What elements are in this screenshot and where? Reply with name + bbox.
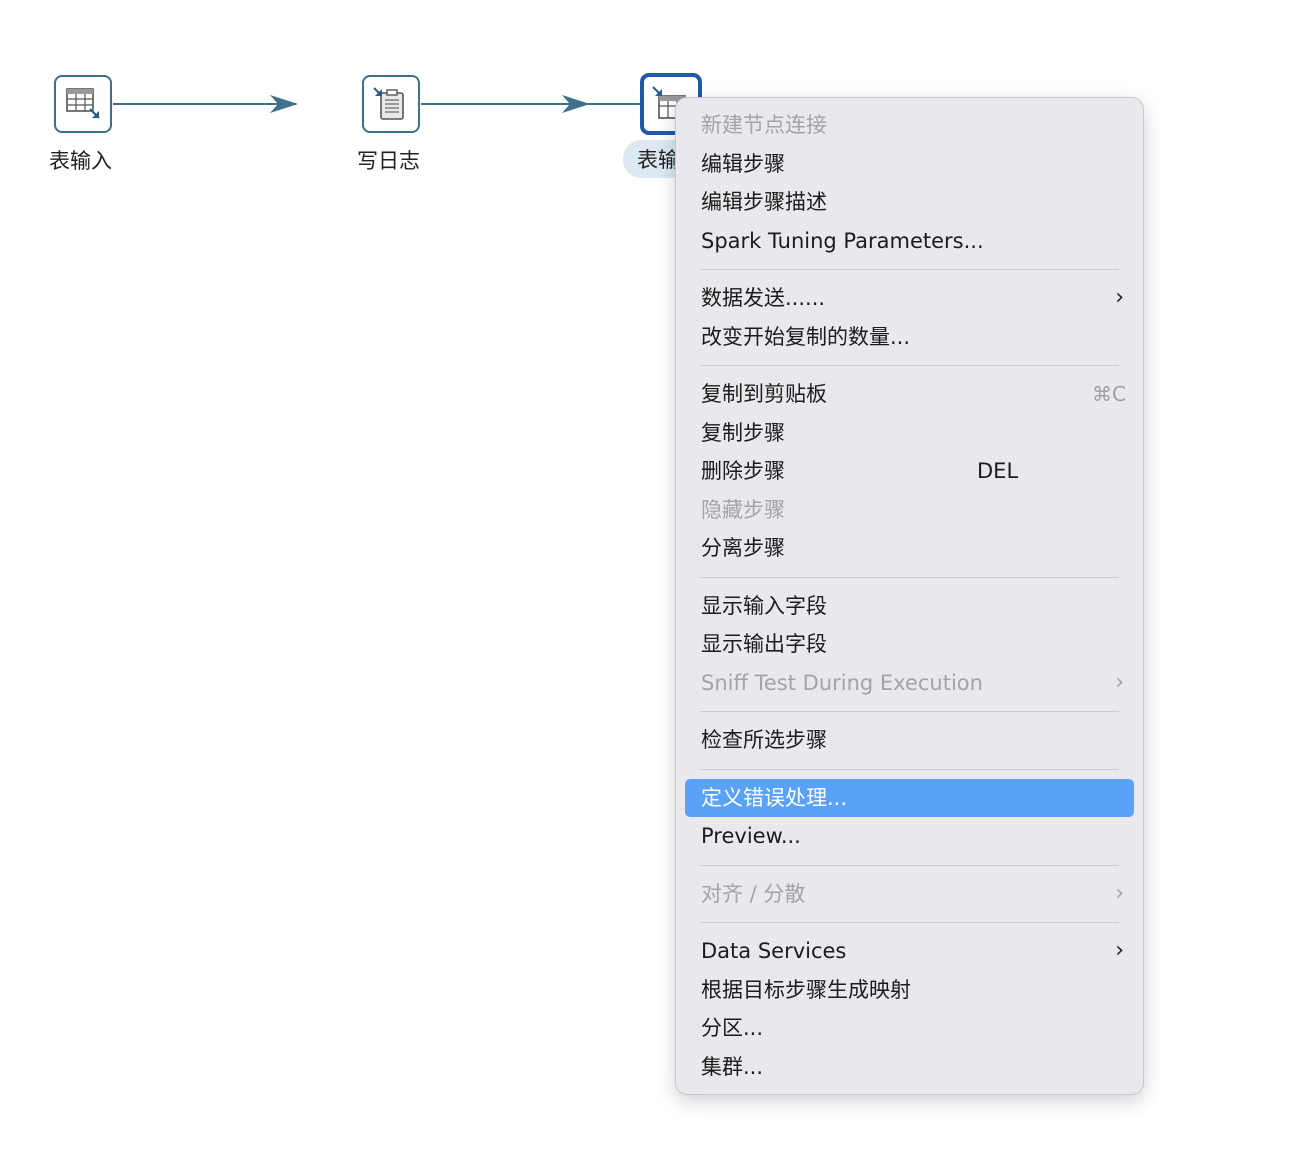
menu-item-label: Sniff Test During Execution bbox=[701, 670, 983, 695]
chevron-right-icon: › bbox=[1115, 669, 1124, 695]
menu-item-label: Data Services bbox=[701, 939, 847, 963]
menu-item-新建节点连接[interactable]: 新建节点连接 bbox=[685, 106, 1134, 145]
menu-item-label: 分区... bbox=[701, 1016, 764, 1040]
menu-item-隐藏步骤[interactable]: 隐藏步骤 bbox=[685, 491, 1134, 530]
menu-item-根据目标步骤生成映射[interactable]: 根据目标步骤生成映射 bbox=[685, 971, 1134, 1010]
step-label: 表输入 bbox=[49, 149, 112, 173]
menu-item-复制到剪贴板[interactable]: 复制到剪贴板 ⌘C bbox=[685, 375, 1134, 414]
menu-item-label: 定义错误处理... bbox=[701, 785, 848, 810]
chevron-right-icon: › bbox=[1115, 880, 1124, 906]
menu-item-label: 检查所选步骤 bbox=[701, 728, 827, 752]
menu-item-label: Preview... bbox=[701, 824, 801, 848]
menu-item-删除步骤[interactable]: 删除步骤 DEL bbox=[685, 452, 1134, 491]
menu-separator bbox=[700, 576, 1119, 578]
menu-item-编辑步骤描述[interactable]: 编辑步骤描述 bbox=[685, 183, 1134, 222]
menu-item-label: 新建节点连接 bbox=[701, 113, 827, 137]
menu-item-编辑步骤[interactable]: 编辑步骤 bbox=[685, 145, 1134, 184]
menu-item-shortcut: ⌘C bbox=[1092, 382, 1126, 406]
menu-item-显示输出字段[interactable]: 显示输出字段 bbox=[685, 625, 1134, 664]
menu-item-集群[interactable]: 集群... bbox=[685, 1048, 1134, 1087]
menu-item-sniff-test-during-execution[interactable]: Sniff Test During Execution › bbox=[685, 664, 1134, 703]
step-context-menu: 新建节点连接 编辑步骤编辑步骤描述 Spark Tuning Parameters.… bbox=[675, 97, 1144, 1095]
menu-item-label: 隐藏步骤 bbox=[701, 497, 785, 522]
write-log-icon[interactable] bbox=[362, 75, 420, 133]
menu-separator bbox=[700, 269, 1119, 270]
menu-item-复制步骤[interactable]: 复制步骤 bbox=[685, 414, 1134, 453]
menu-separator bbox=[700, 711, 1119, 712]
menu-separator bbox=[700, 365, 1119, 366]
chevron-right-icon: › bbox=[1115, 285, 1124, 310]
menu-item-preview[interactable]: Preview... bbox=[685, 817, 1134, 856]
menu-item-定义错误处理[interactable]: 定义错误处理... bbox=[685, 778, 1134, 817]
menu-item-label: 显示输入字段 bbox=[701, 593, 827, 618]
menu-item-显示输入字段[interactable]: 显示输入字段 bbox=[685, 587, 1134, 626]
menu-item-spark-tuning-parameters[interactable]: Spark Tuning Parameters... bbox=[685, 222, 1134, 261]
menu-item-对齐-分散[interactable]: 对齐 / 分散 › bbox=[685, 875, 1134, 914]
chevron-right-icon: › bbox=[1115, 938, 1124, 963]
menu-item-label: 编辑步骤 bbox=[701, 151, 785, 176]
menu-item-检查所选步骤[interactable]: 检查所选步骤 bbox=[685, 721, 1134, 760]
menu-item-label: 根据目标步骤生成映射 bbox=[701, 977, 911, 1002]
table-input-icon[interactable] bbox=[54, 75, 112, 133]
menu-item-label: 复制步骤 bbox=[701, 420, 785, 445]
step-label: 写日志 bbox=[357, 149, 420, 173]
menu-separator bbox=[700, 864, 1119, 866]
menu-item-label: 编辑步骤描述 bbox=[701, 190, 827, 214]
menu-item-label: 删除步骤 bbox=[701, 459, 785, 483]
menu-item-label: 分离步骤 bbox=[701, 536, 785, 560]
menu-item-label: Spark Tuning Parameters... bbox=[701, 228, 984, 253]
menu-item-shortcut: DEL bbox=[977, 459, 1019, 483]
menu-item-label: 复制到剪贴板 bbox=[701, 382, 827, 406]
menu-separator bbox=[700, 768, 1119, 770]
menu-item-数据发送[interactable]: 数据发送...... › bbox=[685, 279, 1134, 318]
menu-item-分离步骤[interactable]: 分离步骤 bbox=[685, 529, 1134, 568]
menu-item-改变开始复制的数量[interactable]: 改变开始复制的数量... bbox=[685, 318, 1134, 357]
menu-item-分区[interactable]: 分区... bbox=[685, 1009, 1134, 1048]
menu-item-label: 对齐 / 分散 bbox=[701, 881, 806, 906]
menu-item-data-services[interactable]: Data Services › bbox=[685, 932, 1134, 971]
menu-separator bbox=[700, 922, 1119, 923]
menu-item-label: 数据发送...... bbox=[701, 286, 826, 310]
menu-item-label: 改变开始复制的数量... bbox=[701, 324, 911, 349]
menu-item-label: 显示输出字段 bbox=[701, 632, 827, 656]
menu-item-label: 集群... bbox=[701, 1054, 764, 1079]
